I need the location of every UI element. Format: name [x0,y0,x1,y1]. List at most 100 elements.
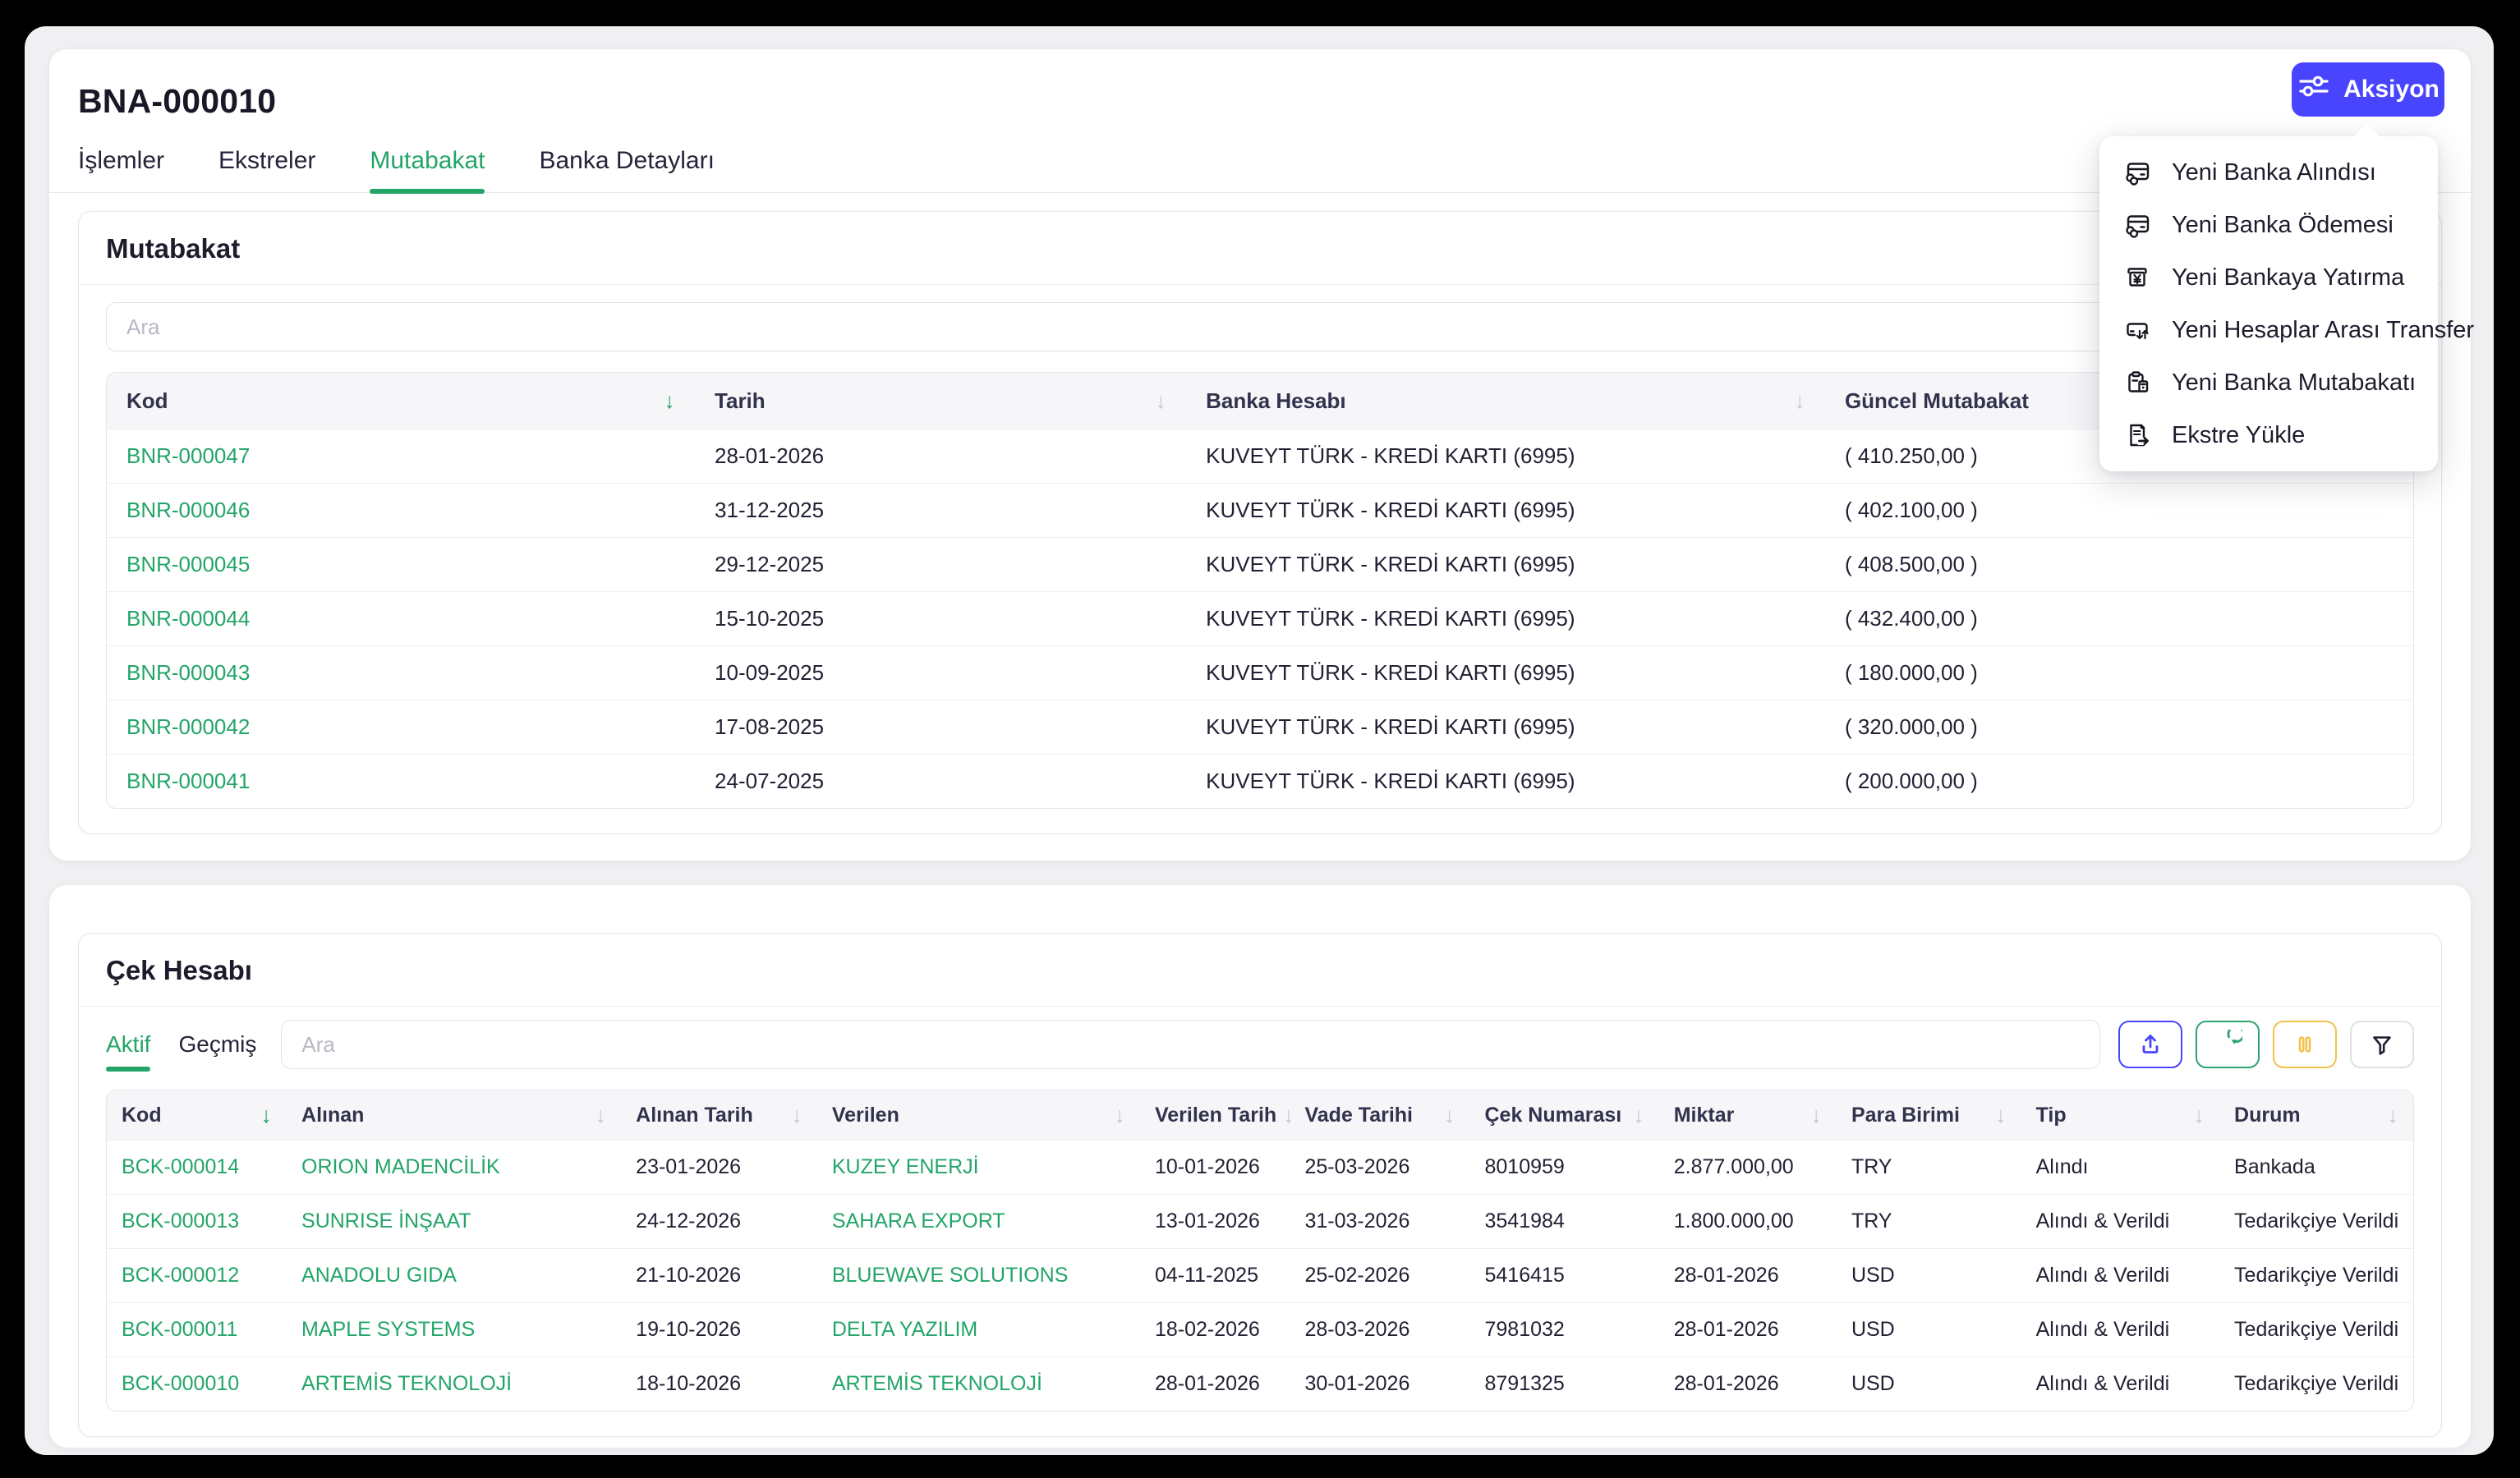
record-code-link[interactable]: BNR-000046 [107,483,695,537]
column-header-vade-tarihi[interactable]: Vade Tarihi↓ [1290,1090,1469,1140]
menu-item[interactable]: Yeni Banka Mutabakatı [2099,356,2438,409]
action-dropdown-menu: Yeni Banka Alındısı Yeni Banka Ödemesi Y… [2099,136,2438,471]
sort-icon[interactable]: ↓ [1156,388,1167,414]
received-date-cell: 19-10-2026 [621,1302,817,1356]
sort-icon[interactable]: ↓ [791,1103,802,1128]
reconciliation-amount-cell: ( 200.000,00 ) [1825,754,2413,808]
export-button[interactable] [2118,1021,2182,1068]
subtab-aktif[interactable]: Aktif [106,1031,150,1058]
mutabakat-table-row: BNR-000042 17-08-2025 KUVEYT TÜRK - KRED… [107,700,2413,754]
column-header-kod[interactable]: Kod↓ [107,1090,287,1140]
refresh-button[interactable] [2196,1021,2260,1068]
column-header-banka-hesabi[interactable]: Banka Hesabı↓ [1186,373,1825,429]
received-from-link[interactable]: ORION MADENCİLİK [287,1140,621,1194]
cek-header-row: Kod↓ Alınan↓ Alınan Tarih↓ Verilen↓ Veri… [107,1090,2413,1140]
type-cell: Alındı & Verildi [2021,1194,2219,1248]
sort-icon[interactable]: ↓ [1283,1103,1294,1128]
check-number-cell: 8010959 [1469,1140,1658,1194]
column-header-para-birimi[interactable]: Para Birimi↓ [1837,1090,2021,1140]
sort-icon[interactable]: ↓ [1995,1103,2007,1128]
given-to-link[interactable]: BLUEWAVE SOLUTIONS [817,1248,1140,1302]
column-header-tip[interactable]: Tip↓ [2021,1090,2219,1140]
menu-item[interactable]: Yeni Banka Alındısı [2099,146,2438,199]
given-to-link[interactable]: ARTEMİS TEKNOLOJİ [817,1356,1140,1411]
aksiyon-button[interactable]: Aksiyon [2292,62,2444,117]
type-cell: Alındı [2021,1140,2219,1194]
column-header-cek-numarasi[interactable]: Çek Numarası↓ [1469,1090,1658,1140]
check-code-link[interactable]: BCK-000010 [107,1356,287,1411]
bank-account-cell: KUVEYT TÜRK - KREDİ KARTI (6995) [1186,754,1825,808]
cek-search-input[interactable] [281,1020,2100,1069]
record-code-link[interactable]: BNR-000044 [107,591,695,645]
sort-icon[interactable]: ↓ [1114,1103,1125,1128]
menu-item[interactable]: Yeni Bankaya Yatırma [2099,251,2438,304]
date-cell: 29-12-2025 [695,537,1186,591]
record-code-link[interactable]: BNR-000043 [107,645,695,700]
date-cell: 31-12-2025 [695,483,1186,537]
record-code-link[interactable]: BNR-000047 [107,429,695,483]
check-code-link[interactable]: BCK-000014 [107,1140,287,1194]
given-to-link[interactable]: KUZEY ENERJİ [817,1140,1140,1194]
column-header-tarih[interactable]: Tarih↓ [695,373,1186,429]
tab-islemler[interactable]: İşlemler [78,147,164,192]
column-header-miktar[interactable]: Miktar↓ [1659,1090,1837,1140]
check-code-link[interactable]: BCK-000013 [107,1194,287,1248]
column-header-kod[interactable]: Kod↓ [107,373,695,429]
given-to-link[interactable]: SAHARA EXPORT [817,1194,1140,1248]
status-cell: Tedarikçiye Verildi [2219,1194,2413,1248]
cek-table-row: BCK-000013 SUNRISE İNŞAAT 24-12-2026 SAH… [107,1194,2413,1248]
cek-toolbar [2118,1021,2414,1068]
bank-deposit-icon [2122,262,2153,293]
received-from-link[interactable]: SUNRISE İNŞAAT [287,1194,621,1248]
menu-item-label: Ekstre Yükle [2172,422,2305,449]
bank-payment-icon [2122,209,2153,241]
mutabakat-table-row: BNR-000047 28-01-2026 KUVEYT TÜRK - KRED… [107,429,2413,483]
tab-mutabakat[interactable]: Mutabakat [370,147,485,192]
column-header-verilen[interactable]: Verilen↓ [817,1090,1140,1140]
record-code-link[interactable]: BNR-000045 [107,537,695,591]
tab-ekstreler[interactable]: Ekstreler [218,147,315,192]
given-date-cell: 13-01-2026 [1140,1194,1290,1248]
received-date-cell: 24-12-2026 [621,1194,817,1248]
record-code-link[interactable]: BNR-000042 [107,700,695,754]
column-header-alinan[interactable]: Alınan↓ [287,1090,621,1140]
aksiyon-button-label: Aksiyon [2343,76,2440,103]
column-header-verilen-tarih[interactable]: Verilen Tarih↓ [1140,1090,1290,1140]
received-from-link[interactable]: ANADOLU GIDA [287,1248,621,1302]
date-cell: 10-09-2025 [695,645,1186,700]
tab-banka-detaylari[interactable]: Banka Detayları [539,147,714,192]
check-code-link[interactable]: BCK-000012 [107,1248,287,1302]
pause-button[interactable] [2273,1021,2337,1068]
sort-icon[interactable]: ↓ [1444,1103,1455,1128]
mutabakat-search-input[interactable] [106,302,2414,351]
menu-item[interactable]: Ekstre Yükle [2099,409,2438,461]
menu-item[interactable]: Yeni Banka Ödemesi [2099,199,2438,251]
sort-desc-active-icon[interactable]: ↓ [261,1103,273,1128]
column-header-durum[interactable]: Durum↓ [2219,1090,2413,1140]
record-code-link[interactable]: BNR-000041 [107,754,695,808]
subtab-gecmis[interactable]: Geçmiş [178,1031,256,1058]
sort-desc-active-icon[interactable]: ↓ [664,388,676,414]
received-from-link[interactable]: MAPLE SYSTEMS [287,1302,621,1356]
sort-icon[interactable]: ↓ [2388,1103,2399,1128]
reconciliation-amount-cell: ( 408.500,00 ) [1825,537,2413,591]
column-header-alinan-tarih[interactable]: Alınan Tarih↓ [621,1090,817,1140]
due-date-cell: 25-03-2026 [1290,1140,1469,1194]
date-cell: 24-07-2025 [695,754,1186,808]
sliders-icon [2297,72,2331,107]
mutabakat-header-row: Kod↓ Tarih↓ Banka Hesabı↓ Güncel Mutabak… [107,373,2413,429]
menu-item[interactable]: Yeni Hesaplar Arası Transfer [2099,304,2438,356]
sort-icon[interactable]: ↓ [1633,1103,1644,1128]
given-to-link[interactable]: DELTA YAZILIM [817,1302,1140,1356]
sort-icon[interactable]: ↓ [1794,388,1805,414]
sort-icon[interactable]: ↓ [2194,1103,2205,1128]
sort-icon[interactable]: ↓ [596,1103,607,1128]
check-number-cell: 7981032 [1469,1302,1658,1356]
amount-cell: 28-01-2026 [1659,1356,1837,1411]
check-code-link[interactable]: BCK-000011 [107,1302,287,1356]
received-date-cell: 21-10-2026 [621,1248,817,1302]
reconciliation-amount-cell: ( 402.100,00 ) [1825,483,2413,537]
received-from-link[interactable]: ARTEMİS TEKNOLOJİ [287,1356,621,1411]
sort-icon[interactable]: ↓ [1810,1103,1822,1128]
filter-button[interactable] [2350,1021,2414,1068]
